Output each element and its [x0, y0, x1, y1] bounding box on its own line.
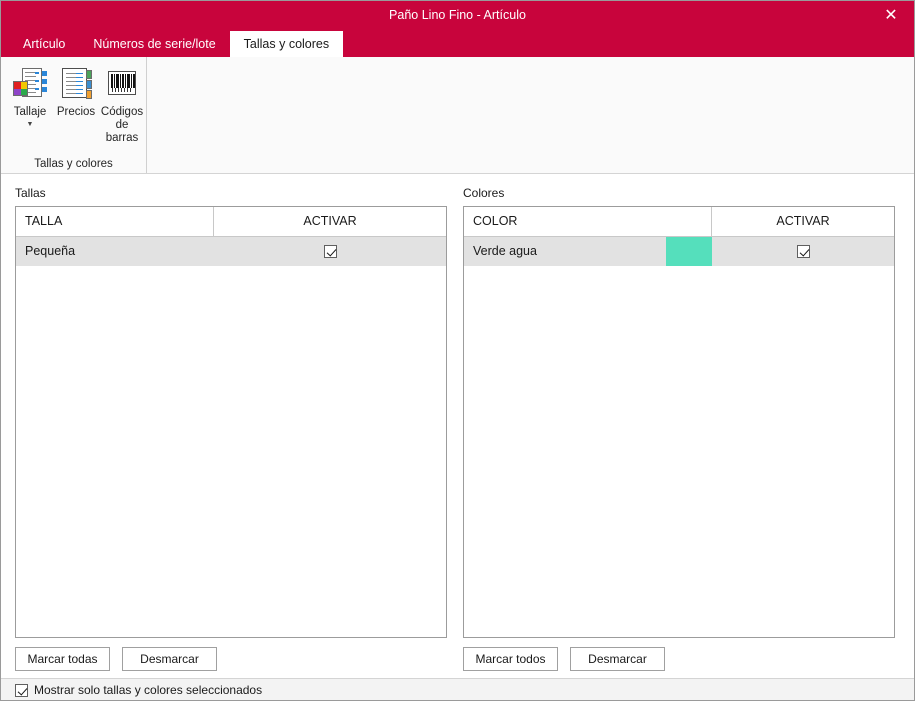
main-content: Tallas TALLA ACTIVAR Pequeña Marcar toda…	[1, 174, 914, 697]
show-only-selected-label: Mostrar solo tallas y colores selecciona…	[34, 683, 263, 697]
tab-tallas-y-colores[interactable]: Tallas y colores	[229, 31, 344, 57]
close-icon[interactable]: ✕	[868, 1, 914, 29]
colors-column-header-color[interactable]: COLOR	[464, 207, 712, 236]
color-name-text: Verde agua	[473, 244, 537, 258]
colors-uncheck-all-button[interactable]: Desmarcar	[570, 647, 665, 671]
size-active-checkbox[interactable]	[323, 245, 337, 258]
colors-panel: Colores COLOR ACTIVAR Verde agua Marcar …	[463, 186, 895, 671]
color-swatch	[666, 237, 712, 266]
sizes-table: TALLA ACTIVAR Pequeña	[15, 206, 447, 638]
ribbon-toolbar: Tallaje ▼ Precios Códigos de barras Tall…	[1, 57, 914, 174]
title-bar: Paño Lino Fino - Artículo ✕	[1, 1, 914, 29]
ribbon-button-codigos-de-barras[interactable]: Códigos de barras	[99, 63, 145, 145]
colors-panel-caption: Colores	[463, 186, 505, 200]
sizes-panel: Tallas TALLA ACTIVAR Pequeña Marcar toda…	[15, 186, 447, 697]
ribbon-button-codigos-de-barras-label: Códigos de barras	[100, 106, 144, 144]
article-dialog-window: Paño Lino Fino - Artículo ✕ Artículo Núm…	[0, 0, 915, 701]
sizing-chart-icon	[11, 65, 49, 103]
sizes-column-header-activar[interactable]: ACTIVAR	[214, 207, 446, 236]
color-activar-cell[interactable]	[712, 237, 894, 266]
ribbon-group-title: Tallas y colores	[34, 158, 113, 170]
colors-check-all-button[interactable]: Marcar todos	[463, 647, 558, 671]
size-name-cell: Pequeña	[25, 244, 76, 258]
barcode-icon	[103, 65, 141, 103]
colors-column-header-activar[interactable]: ACTIVAR	[712, 207, 894, 236]
colors-table-header: COLOR ACTIVAR	[464, 207, 894, 237]
sizes-uncheck-all-button[interactable]: Desmarcar	[122, 647, 217, 671]
sizes-button-row: Marcar todas Desmarcar	[15, 647, 447, 671]
size-activar-cell[interactable]	[214, 237, 446, 266]
tab-strip: Artículo Números de serie/lote Tallas y …	[1, 29, 914, 57]
colors-button-row: Marcar todos Desmarcar	[463, 647, 895, 671]
ribbon-button-tallaje-label: Tallaje	[13, 106, 47, 118]
color-name-cell: Verde agua	[464, 237, 712, 266]
ribbon-group-tallas-y-colores: Tallaje ▼ Precios Códigos de barras Tall…	[1, 57, 147, 173]
price-list-icon	[57, 65, 95, 103]
window-title: Paño Lino Fino - Artículo	[389, 8, 526, 22]
sizes-column-header-talla[interactable]: TALLA	[16, 207, 214, 236]
ribbon-button-precios[interactable]: Precios	[53, 63, 99, 119]
sizes-panel-caption: Tallas	[15, 186, 46, 200]
ribbon-button-tallaje[interactable]: Tallaje ▼	[7, 63, 53, 129]
chevron-down-icon[interactable]: ▼	[27, 120, 34, 129]
color-active-checkbox[interactable]	[796, 245, 810, 258]
tab-numeros-serie-lote[interactable]: Números de serie/lote	[79, 31, 229, 57]
sizes-table-header: TALLA ACTIVAR	[16, 207, 446, 237]
tab-articulo[interactable]: Artículo	[9, 31, 79, 57]
sizes-check-all-button[interactable]: Marcar todas	[15, 647, 110, 671]
ribbon-button-precios-label: Precios	[56, 106, 96, 118]
table-row[interactable]: Pequeña	[16, 237, 446, 266]
table-row[interactable]: Verde agua	[464, 237, 894, 266]
colors-table: COLOR ACTIVAR Verde agua	[463, 206, 895, 638]
show-only-selected-row[interactable]: Mostrar solo tallas y colores selecciona…	[15, 683, 447, 697]
show-only-selected-checkbox[interactable]	[15, 683, 28, 697]
